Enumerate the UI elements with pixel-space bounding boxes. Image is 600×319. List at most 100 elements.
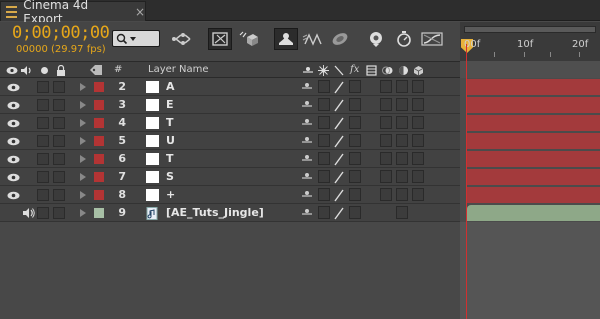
label-column-tag-icon[interactable] <box>89 64 103 76</box>
layer-name[interactable]: U <box>166 134 175 147</box>
effect-switch[interactable] <box>349 134 361 147</box>
quality-slash-icon[interactable] <box>333 189 345 202</box>
quality-slash-icon[interactable] <box>333 153 345 166</box>
frame-blending-icon[interactable] <box>274 28 298 50</box>
motion-blur-switch[interactable] <box>380 80 392 93</box>
motion-blur-switch[interactable] <box>380 188 392 201</box>
visibility-eye-icon[interactable] <box>7 101 20 110</box>
motion-blur-switch[interactable] <box>380 134 392 147</box>
layer-label-color[interactable] <box>94 82 104 92</box>
collapse-transform-header-icon[interactable] <box>318 65 329 76</box>
3d-layer-switch[interactable] <box>412 98 424 111</box>
layer-duration-bar[interactable] <box>467 205 600 221</box>
layer-duration-bar[interactable] <box>467 187 600 203</box>
collapse-switch[interactable] <box>318 206 330 219</box>
solo-column-icon[interactable] <box>40 66 49 75</box>
effect-switch[interactable] <box>349 98 361 111</box>
quality-slash-icon[interactable] <box>333 135 345 148</box>
layer-name[interactable]: T <box>166 116 174 129</box>
lock-switch[interactable] <box>53 99 65 111</box>
lock-switch[interactable] <box>53 153 65 165</box>
solo-switch[interactable] <box>37 189 49 201</box>
expand-triangle-icon[interactable] <box>80 119 86 127</box>
expand-triangle-icon[interactable] <box>80 191 86 199</box>
timeline-empty-area[interactable] <box>460 222 600 319</box>
expand-triangle-icon[interactable] <box>80 155 86 163</box>
layer-label-color[interactable] <box>94 118 104 128</box>
solo-switch[interactable] <box>37 171 49 183</box>
layer-name[interactable]: T <box>166 152 174 165</box>
adjustment-switch[interactable] <box>396 134 408 147</box>
composition-tab[interactable]: Cinema 4d Export × <box>0 0 146 26</box>
work-area-bar[interactable] <box>464 26 596 33</box>
effect-switch[interactable] <box>349 188 361 201</box>
quality-header-icon[interactable] <box>334 65 344 76</box>
lock-switch[interactable] <box>53 81 65 93</box>
draft-3d-icon[interactable] <box>208 28 232 50</box>
collapse-switch[interactable] <box>318 188 330 201</box>
layer-name[interactable]: A <box>166 80 175 93</box>
adjustment-switch[interactable] <box>396 116 408 129</box>
shy-switch-icon[interactable] <box>301 208 313 218</box>
close-tab-icon[interactable]: × <box>135 5 145 19</box>
panel-menu-icon[interactable] <box>6 5 18 18</box>
adjustment-switch[interactable] <box>396 188 408 201</box>
motion-blur-switch[interactable] <box>380 116 392 129</box>
shy-switch-icon[interactable] <box>301 136 313 146</box>
lock-switch[interactable] <box>53 171 65 183</box>
3d-layer-switch[interactable] <box>412 188 424 201</box>
visibility-eye-icon[interactable] <box>7 119 20 128</box>
adjustment-layer-header-icon[interactable] <box>398 65 409 76</box>
layer-row[interactable]: 2 A <box>0 78 600 96</box>
effect-switch[interactable] <box>349 170 361 183</box>
effect-switch[interactable] <box>349 116 361 129</box>
layer-label-color[interactable] <box>94 190 104 200</box>
layer-panel-empty-area[interactable] <box>0 222 460 319</box>
effect-switch[interactable] <box>349 206 361 219</box>
layer-label-color[interactable] <box>94 172 104 182</box>
expand-triangle-icon[interactable] <box>80 83 86 91</box>
audio-toggle-icon[interactable] <box>22 207 36 219</box>
video-column-eye-icon[interactable] <box>6 66 18 75</box>
current-time-indicator-line[interactable] <box>466 44 467 319</box>
current-time-display[interactable]: 0;00;00;00 <box>12 23 110 43</box>
quality-slash-icon[interactable] <box>333 207 345 220</box>
lock-switch[interactable] <box>53 189 65 201</box>
visibility-eye-icon[interactable] <box>7 173 20 182</box>
layer-name-column-header[interactable]: Layer Name <box>148 64 209 75</box>
layer-duration-bar[interactable] <box>467 169 600 185</box>
quality-slash-icon[interactable] <box>333 171 345 184</box>
layer-row[interactable]: 5 U <box>0 132 600 150</box>
layer-duration-bar[interactable] <box>467 151 600 167</box>
layer-label-color[interactable] <box>94 154 104 164</box>
adjustment-switch[interactable] <box>396 98 408 111</box>
expand-triangle-icon[interactable] <box>80 173 86 181</box>
collapse-switch[interactable] <box>318 134 330 147</box>
time-ruler[interactable]: 00f 10f 20f <box>460 22 600 61</box>
lock-column-icon[interactable] <box>56 65 66 76</box>
audio-column-icon[interactable] <box>20 65 32 76</box>
shy-switch-icon[interactable] <box>301 190 313 200</box>
lock-switch[interactable] <box>53 207 65 219</box>
collapse-switch[interactable] <box>318 152 330 165</box>
layer-name[interactable]: [AE_Tuts_Jingle] <box>166 206 264 219</box>
adjustment-switch[interactable] <box>396 152 408 165</box>
layer-row[interactable]: 3 E <box>0 96 600 114</box>
lock-switch[interactable] <box>53 117 65 129</box>
shy-switch-header-icon[interactable] <box>302 66 314 75</box>
layer-row[interactable]: 9 [AE_Tuts_Jingle] <box>0 204 600 222</box>
adjustment-switch[interactable] <box>396 170 408 183</box>
layer-duration-bar[interactable] <box>467 97 600 113</box>
shy-switch-icon[interactable] <box>301 82 313 92</box>
visibility-eye-icon[interactable] <box>7 83 20 92</box>
motion-blur-switch[interactable] <box>380 152 392 165</box>
motion-blur-header-icon[interactable] <box>382 65 393 76</box>
expand-triangle-icon[interactable] <box>80 101 86 109</box>
layer-label-color[interactable] <box>94 100 104 110</box>
graph-editor-icon[interactable] <box>420 28 444 50</box>
visibility-eye-icon[interactable] <box>7 191 20 200</box>
collapse-switch[interactable] <box>318 98 330 111</box>
quality-slash-icon[interactable] <box>333 117 345 130</box>
3d-layer-switch[interactable] <box>412 134 424 147</box>
frame-blend-header-icon[interactable] <box>366 65 377 76</box>
